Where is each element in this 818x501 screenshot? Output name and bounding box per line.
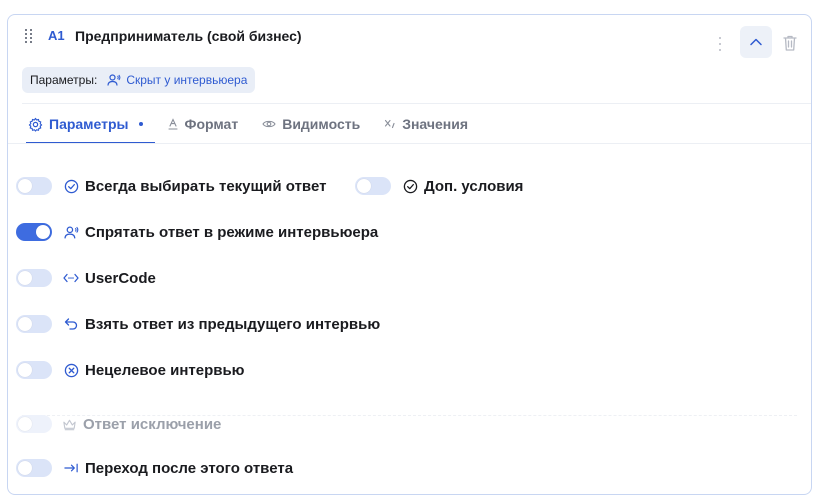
always-select-label: Всегда выбирать текущий ответ	[85, 177, 327, 195]
format-icon	[167, 118, 178, 130]
params-badge: Параметры: Скрыт у интервьюера	[22, 67, 256, 93]
option-exclusion: Ответ исключение	[16, 414, 221, 434]
tab-format-label: Формат	[184, 116, 239, 132]
collapse-button[interactable]	[740, 26, 772, 58]
chevron-up-icon	[750, 38, 762, 46]
tab-parameters-label: Параметры	[49, 116, 129, 132]
non-target-toggle[interactable]	[16, 361, 52, 379]
option-always-select: Всегда выбирать текущий ответ	[16, 176, 326, 196]
tab-format[interactable]: Формат	[161, 104, 245, 144]
question-code: A1	[48, 28, 65, 43]
non-target-label: Нецелевое интервью	[85, 361, 245, 379]
option-hide-answer: Спрятать ответ в режиме интервьюера	[16, 222, 378, 242]
tab-values-label: Значения	[402, 116, 469, 132]
tab-parameters[interactable]: Параметры	[22, 104, 155, 144]
interviewer-icon	[107, 74, 121, 86]
extra-conditions-toggle[interactable]	[355, 177, 391, 195]
crown-icon	[62, 419, 76, 430]
option-jump-after: Переход после этого ответа	[16, 458, 293, 478]
modified-dot	[138, 122, 143, 126]
tab-visibility-label: Видимость	[282, 116, 361, 132]
tabs-divider	[8, 143, 811, 144]
option-extra-conditions: Доп. условия	[355, 176, 523, 196]
exclusion-toggle	[16, 415, 52, 433]
jump-arrow-icon	[63, 463, 78, 473]
tab-bar: Параметры Формат Видимость Значения	[22, 104, 486, 144]
variable-icon	[385, 119, 395, 129]
option-non-target: Нецелевое интервью	[16, 360, 245, 380]
interviewer-icon	[63, 226, 78, 238]
params-badge-value: Скрыт у интервьюера	[126, 73, 248, 87]
question-title[interactable]: Предприниматель (свой бизнес)	[75, 28, 302, 44]
option-take-previous: Взять ответ из предыдущего интервью	[16, 314, 380, 334]
tab-values[interactable]: Значения	[378, 104, 474, 144]
tab-visibility[interactable]: Видимость	[256, 104, 366, 144]
question-header: A1 Предприниматель (свой бизнес) Парамет…	[8, 15, 811, 103]
jump-after-toggle[interactable]	[16, 459, 52, 477]
jump-after-label: Переход после этого ответа	[85, 459, 294, 477]
usercode-label: UserCode	[85, 269, 156, 287]
hide-answer-label: Спрятать ответ в режиме интервьюера	[85, 223, 379, 241]
question-card: A1 Предприниматель (свой бизнес) Парамет…	[7, 14, 812, 495]
close-circle-icon	[64, 363, 78, 377]
check-circle-icon	[403, 179, 417, 193]
params-badge-label: Параметры:	[30, 73, 98, 87]
undo-icon	[64, 318, 78, 330]
more-options-icon[interactable]	[718, 37, 722, 51]
extra-conditions-label: Доп. условия	[424, 177, 524, 195]
check-circle-icon	[64, 179, 78, 193]
option-usercode: UserCode	[16, 268, 156, 288]
always-select-toggle[interactable]	[16, 177, 52, 195]
take-previous-toggle[interactable]	[16, 315, 52, 333]
drag-handle-icon[interactable]	[25, 29, 33, 43]
gear-icon	[28, 117, 43, 132]
take-previous-label: Взять ответ из предыдущего интервью	[85, 315, 381, 333]
eye-icon	[262, 120, 276, 128]
delete-icon[interactable]	[782, 34, 798, 52]
code-icon	[63, 273, 79, 283]
usercode-toggle[interactable]	[16, 269, 52, 287]
exclusion-label: Ответ исключение	[83, 415, 222, 433]
hide-answer-toggle[interactable]	[16, 223, 52, 241]
